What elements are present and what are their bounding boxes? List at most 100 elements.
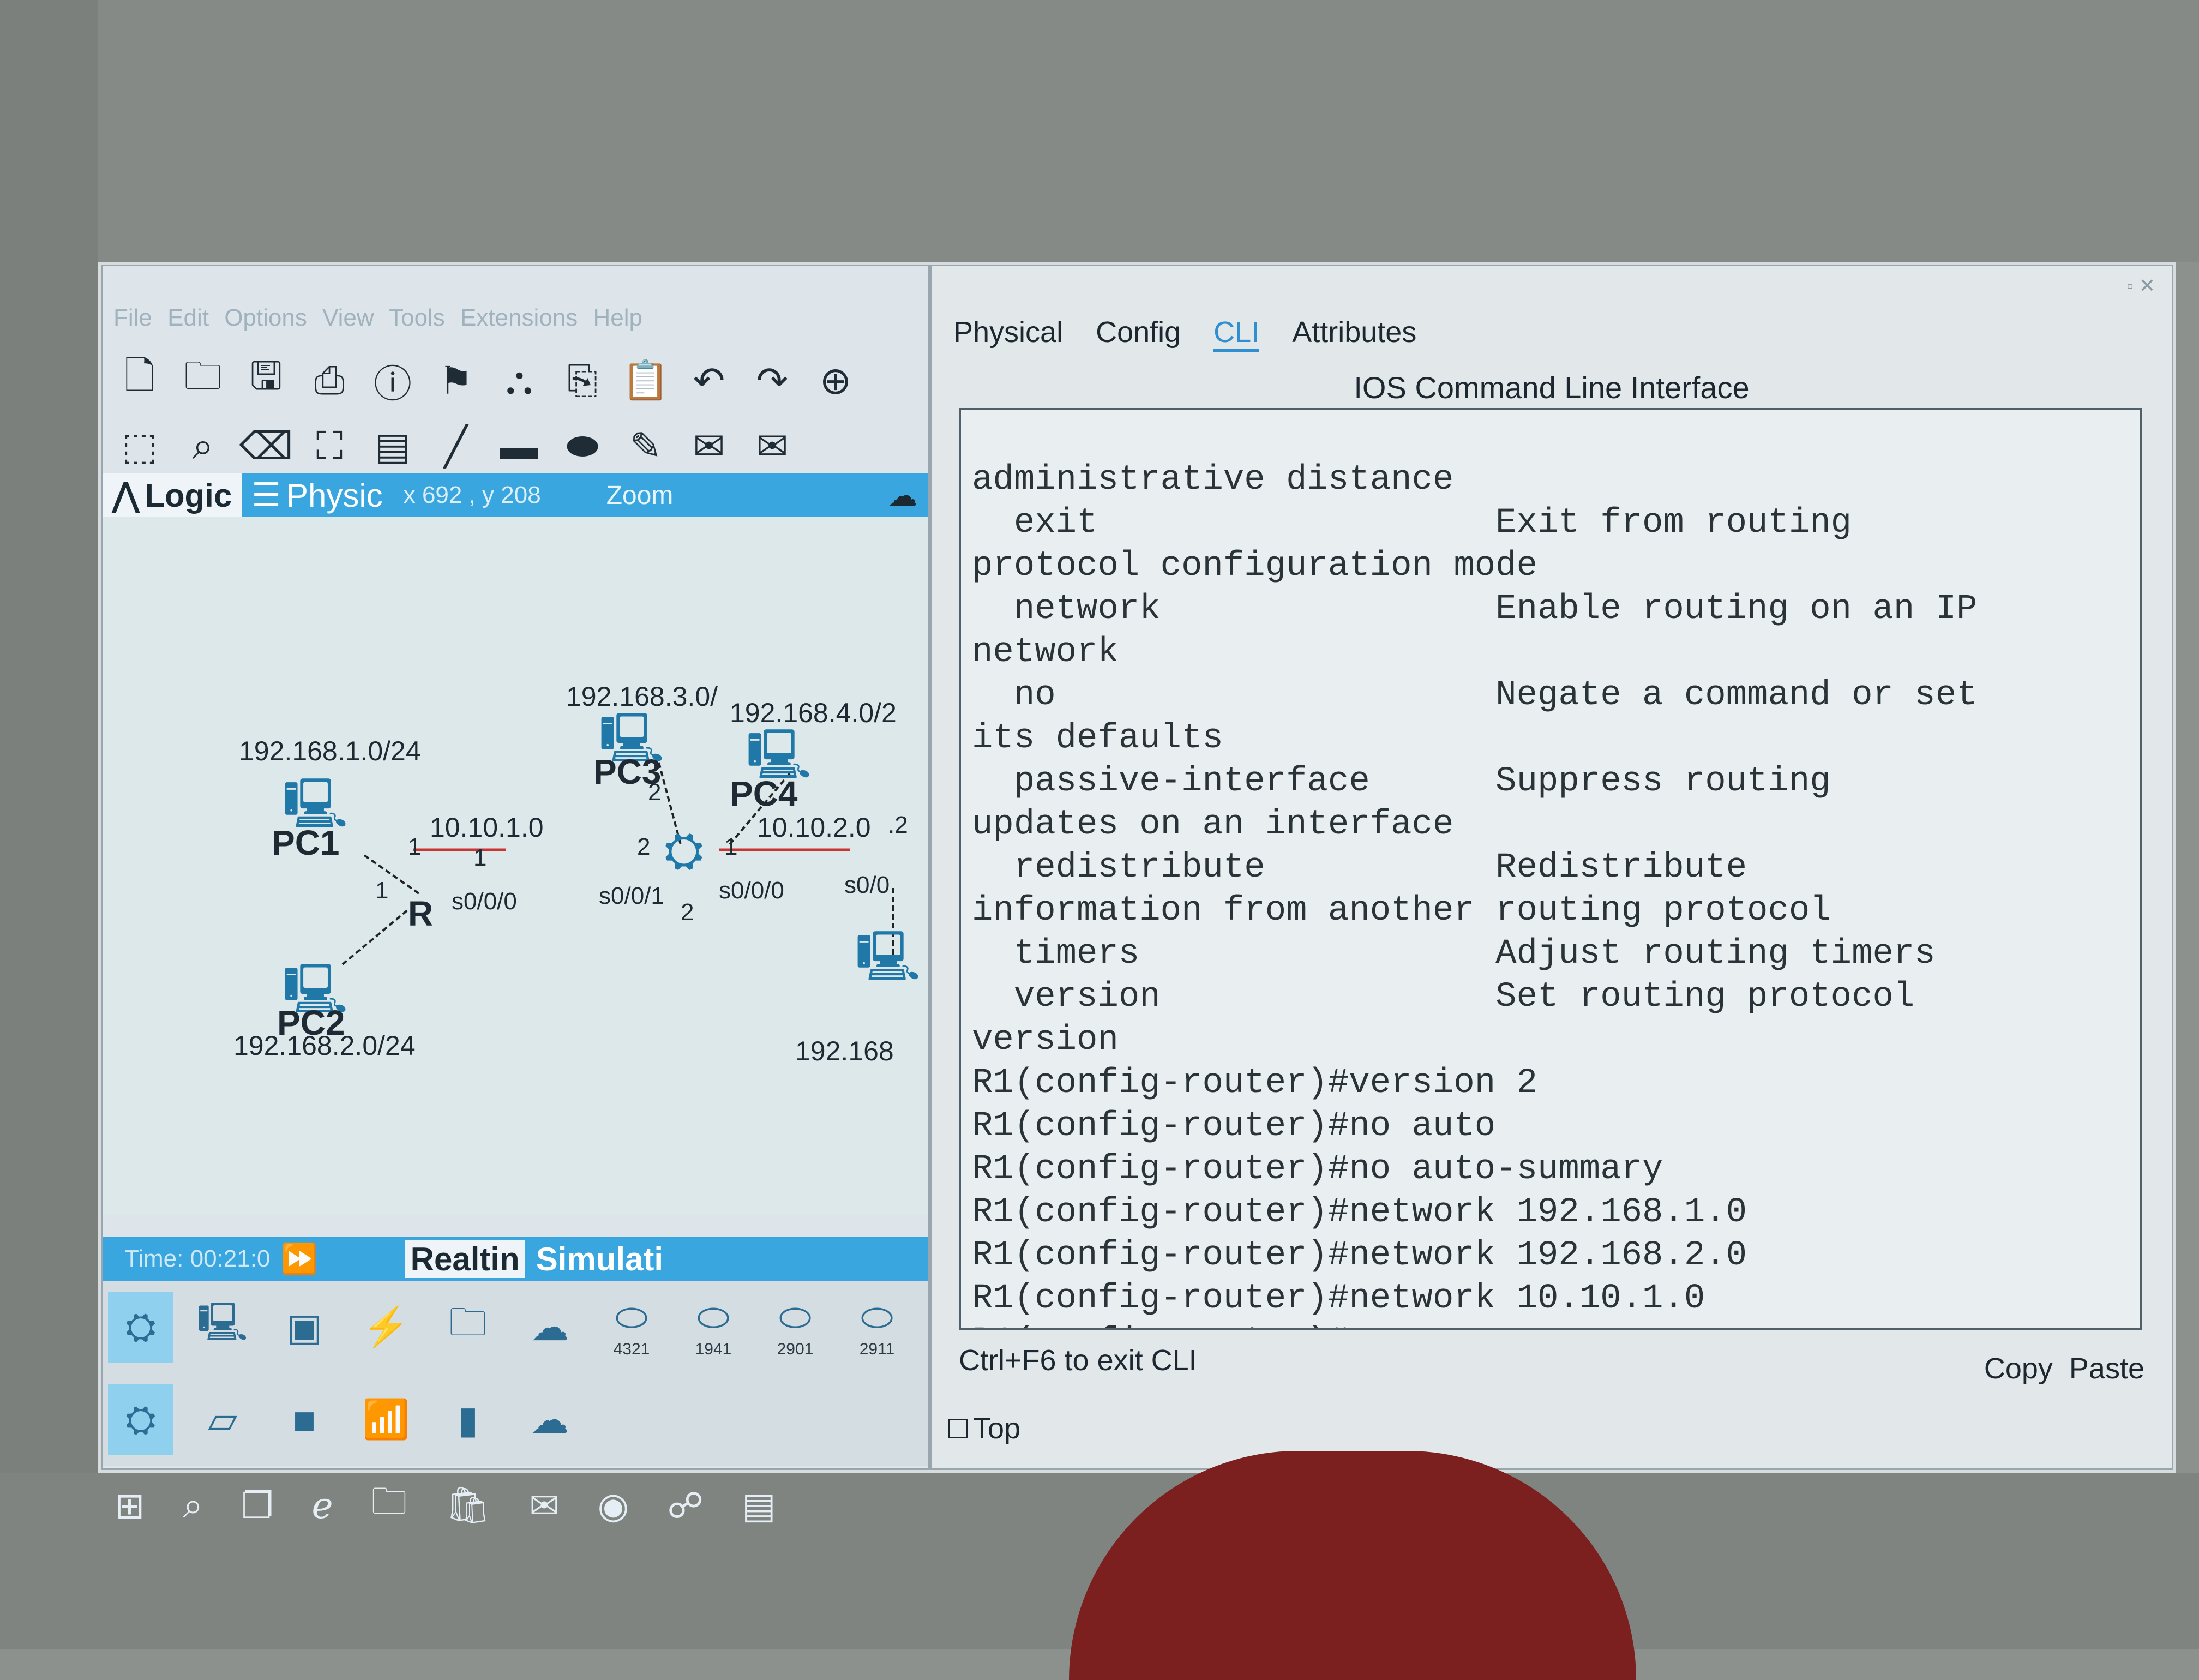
menu-tools[interactable]: Tools [389, 304, 445, 331]
logical-workspace[interactable]: 192.168.1.0/24 192.168.3.0/ 192.168.4.0/… [103, 517, 928, 1215]
open-folder-icon[interactable]: 🗀 [177, 355, 229, 407]
network-label: 10.10.1.0 [430, 812, 544, 843]
inspect-icon[interactable]: ⌕ [177, 420, 229, 472]
connections-icon[interactable]: ⚡ [353, 1292, 419, 1363]
menu-extensions[interactable]: Extensions [460, 304, 578, 331]
misc-icon[interactable]: 🗀 [435, 1292, 501, 1363]
router-icon[interactable]: ⛭ [664, 823, 704, 879]
paste-icon[interactable]: 📋 [620, 355, 672, 407]
cli-line: network Enable routing on an IP [972, 590, 1978, 629]
redo-icon[interactable]: ↷ [746, 355, 798, 407]
edge-icon[interactable]: ℯ [311, 1485, 333, 1527]
note-icon[interactable]: ▤ [366, 420, 419, 472]
paste-button[interactable]: Paste [2069, 1352, 2144, 1385]
menu-edit[interactable]: Edit [167, 304, 209, 331]
tab-cli[interactable]: CLI [1213, 315, 1260, 352]
draw-line-icon[interactable]: ╱ [430, 420, 482, 472]
network-info-icon[interactable]: ⛬ [493, 355, 545, 407]
wan-emulation-icon[interactable]: ☁ [517, 1384, 582, 1455]
fast-forward-icon[interactable]: ⏩ [281, 1242, 317, 1276]
freeform-icon[interactable]: ✎ [620, 420, 672, 472]
sim-time: Time: 00:21:0 [124, 1245, 271, 1272]
chrome-icon[interactable]: ◉ [598, 1485, 629, 1527]
router-2911-icon[interactable]: ⬭ 2911 [844, 1292, 910, 1363]
new-file-icon[interactable]: 🗋 [113, 355, 166, 407]
packet-tracer-icon[interactable]: ☍ [667, 1485, 704, 1527]
switches-icon[interactable]: ▱ [190, 1384, 255, 1455]
simulation-mode-tab[interactable]: Simulati [536, 1240, 663, 1278]
undo-icon[interactable]: ↶ [683, 355, 735, 407]
router-1941-icon[interactable]: ⬭ 1941 [681, 1292, 746, 1363]
add-simple-pdu-icon[interactable]: ✉ [683, 420, 735, 472]
drawing-toolbar: ⬚ ⌕ ⌫ ⛶ ▤ ╱ ▬ ⬬ ✎ ✉ ✉ [113, 413, 798, 479]
end-devices-icon[interactable]: 🖳 [190, 1292, 255, 1363]
mail-icon[interactable]: ✉ [529, 1485, 559, 1527]
cli-line: updates on an interface [972, 805, 1454, 844]
draw-rectangle-icon[interactable]: ▬ [493, 420, 545, 472]
pc-icon[interactable]: 🖳 [855, 921, 921, 1004]
tab-logical[interactable]: ⋀ Logic [103, 473, 242, 517]
port-label: 2 [637, 833, 651, 860]
tab-physical[interactable]: Physical [953, 315, 1063, 352]
cli-line: exit Exit from routing [972, 503, 1852, 543]
copy-icon[interactable]: ⎘ [556, 355, 609, 407]
menu-file[interactable]: File [113, 304, 152, 331]
cli-terminal[interactable]: administrative distance exit Exit from r… [959, 408, 2142, 1330]
checkbox-icon[interactable] [948, 1419, 968, 1438]
store-icon[interactable]: 🛍 [446, 1484, 491, 1527]
start-icon[interactable]: ⊞ [115, 1485, 145, 1527]
cli-prompt-line: R1(config-router)# [972, 1321, 2129, 1328]
port-label: 2 [681, 899, 694, 926]
physical-icon: ☰ [251, 477, 281, 513]
multiuser-icon[interactable]: ☁ [517, 1292, 582, 1363]
copy-button[interactable]: Copy [1984, 1352, 2053, 1385]
save-icon[interactable]: 🖫 [240, 355, 292, 407]
routers-icon[interactable]: ⛭ [108, 1384, 173, 1455]
search-icon[interactable]: ⌕ [183, 1484, 203, 1527]
router-model-label: 2901 [777, 1340, 814, 1358]
info-icon[interactable]: ⓘ [366, 355, 419, 407]
tab-physical[interactable]: ☰ Physic [242, 476, 393, 514]
device-label: PC4 [730, 774, 798, 813]
port-label: 2 [648, 779, 662, 806]
select-icon[interactable]: ⬚ [113, 420, 166, 472]
activity-wizard-icon[interactable]: ⚑ [430, 355, 482, 407]
hubs-icon[interactable]: ■ [272, 1384, 337, 1455]
add-complex-pdu-icon[interactable]: ✉ [746, 420, 798, 472]
menu-help[interactable]: Help [593, 304, 643, 331]
device-label: PC2 [277, 1003, 345, 1042]
security-icon[interactable]: ▮ [435, 1384, 501, 1455]
network-label: 10.10.2.0 [757, 812, 871, 843]
menu-view[interactable]: View [322, 304, 374, 331]
draw-ellipse-icon[interactable]: ⬬ [556, 420, 609, 472]
network-label: 192.168 [795, 1036, 894, 1066]
link-lines [341, 762, 894, 965]
print-icon[interactable]: ⎙ [303, 355, 356, 407]
tab-config[interactable]: Config [1096, 315, 1181, 352]
file-explorer-icon[interactable]: 🗀 [371, 1475, 407, 1537]
router-4321-icon[interactable]: ⬭ 4321 [599, 1292, 664, 1363]
router-model-label: 4321 [613, 1340, 650, 1358]
app-icon[interactable]: ▤ [742, 1485, 776, 1527]
router-2901-icon[interactable]: ⬭ 2901 [762, 1292, 828, 1363]
cli-line: protocol configuration mode [972, 547, 1537, 586]
zoom-in-icon[interactable]: ⊕ [809, 355, 862, 407]
delete-icon[interactable]: ⌫ [239, 420, 293, 472]
components-icon[interactable]: ▣ [272, 1292, 337, 1363]
network-devices-icon[interactable]: ⛭ [108, 1292, 173, 1363]
resize-shape-icon[interactable]: ⛶ [303, 420, 356, 472]
top-checkbox[interactable]: Top [948, 1412, 1020, 1445]
time-mode-bar: Time: 00:21:0 ⏩ Realtin Simulati [103, 1237, 928, 1281]
task-view-icon[interactable]: ❐ [241, 1485, 273, 1527]
cli-line: R1(config-router)#version 2 [972, 1064, 1537, 1103]
tab-attributes[interactable]: Attributes [1292, 315, 1416, 352]
menu-options[interactable]: Options [224, 304, 307, 331]
zoom-label[interactable]: Zoom [606, 481, 674, 511]
cluster-cloud-icon[interactable]: ☁ [888, 478, 917, 513]
realtime-mode-tab[interactable]: Realtin [405, 1240, 525, 1278]
window-controls[interactable]: ▫ ✕ [2126, 274, 2155, 297]
wireless-icon[interactable]: 📶 [353, 1384, 419, 1455]
wall-top [0, 0, 2199, 262]
cli-line: network [972, 633, 1119, 672]
cli-line: administrative distance [972, 460, 1454, 500]
